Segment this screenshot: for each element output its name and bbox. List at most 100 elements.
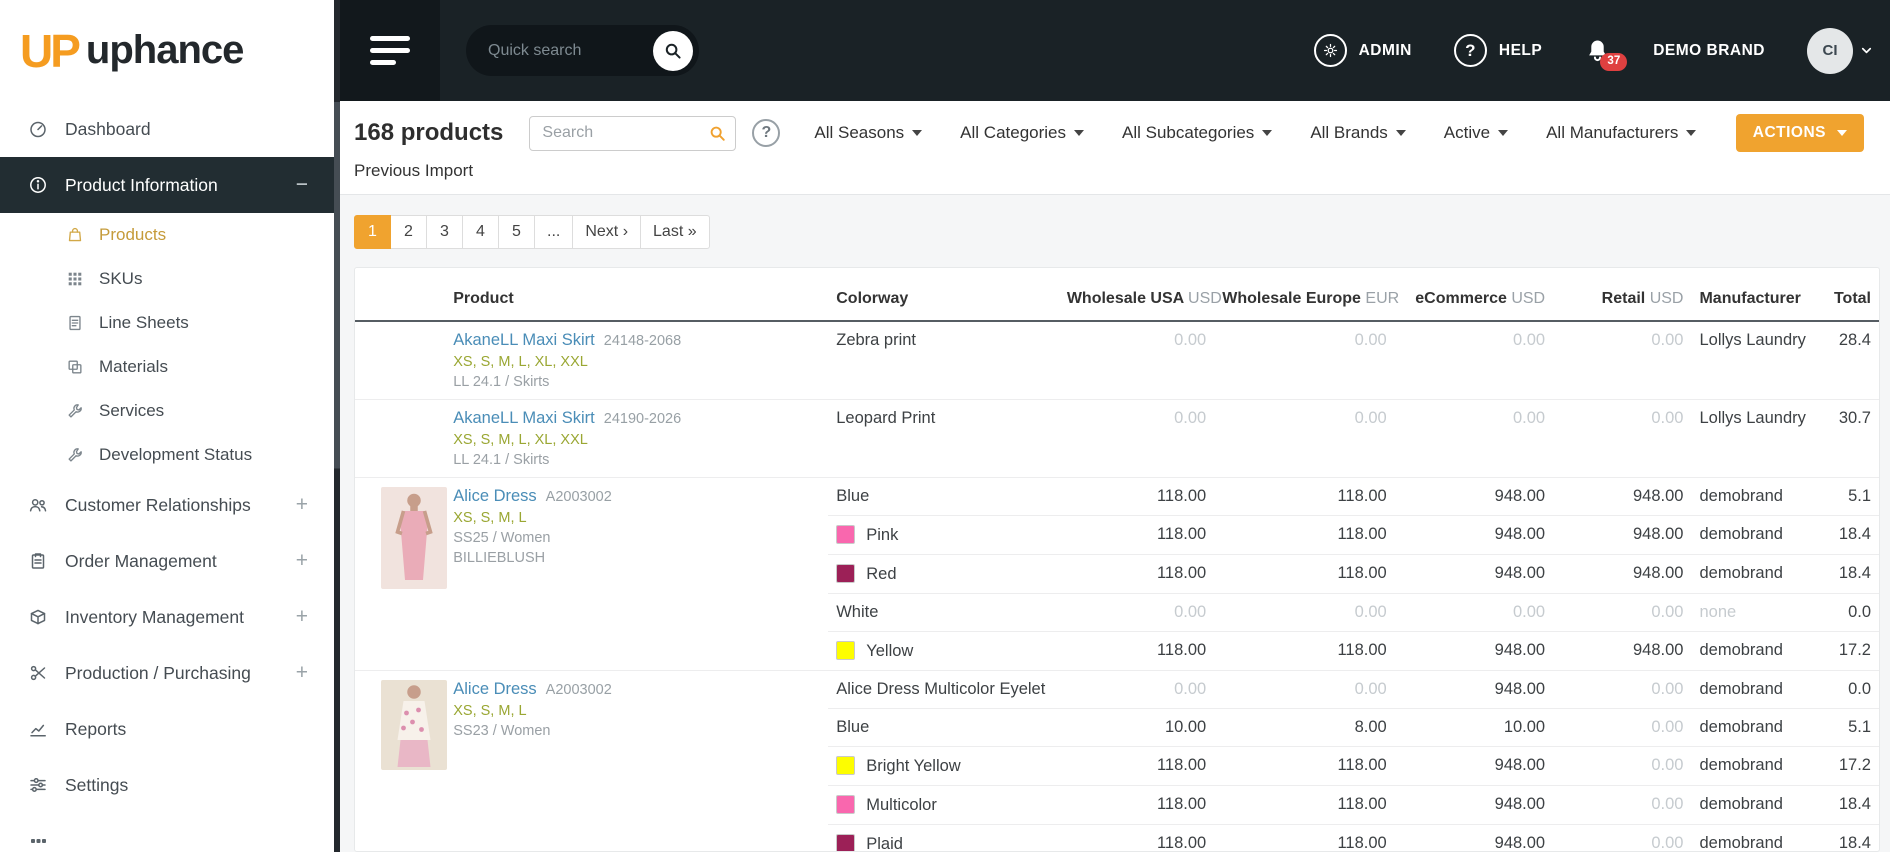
admin-menu[interactable]: ADMIN <box>1314 34 1412 67</box>
manufacturer-cell: Lollys Laundry <box>1691 400 1816 478</box>
colorway-name: Multicolor <box>866 796 937 814</box>
wholesale-europe-cell: 0.00 <box>1214 321 1394 400</box>
sidebar-item-more[interactable] <box>0 813 334 852</box>
sidebar-item-skus[interactable]: SKUs <box>0 257 334 301</box>
sheet-icon <box>66 314 84 332</box>
brand-logo[interactable]: UP uphance <box>0 0 334 101</box>
colorway-cell: Plaid <box>828 825 1059 852</box>
pagination-page-5[interactable]: 5 <box>498 215 535 249</box>
filter-label: All Categories <box>960 123 1066 143</box>
previous-import-link[interactable]: Previous Import <box>354 161 473 181</box>
pagination-next[interactable]: Next › <box>572 215 641 249</box>
sidebar-item-reports[interactable]: Reports <box>0 701 334 757</box>
manufacturer-cell: demobrand <box>1691 825 1816 852</box>
product-season-category: SS25 / Women <box>453 530 820 546</box>
filter-all-seasons[interactable]: All Seasons <box>814 123 922 143</box>
actions-button[interactable]: ACTIONS <box>1736 114 1864 152</box>
brand-logo-icon: UP <box>20 24 78 78</box>
color-swatch <box>836 834 855 852</box>
ecommerce-cell: 948.00 <box>1395 747 1553 786</box>
total-cell: 0.0 <box>1817 671 1879 709</box>
pagination-page-1[interactable]: 1 <box>354 215 391 249</box>
sidebar-item-dashboard[interactable]: Dashboard <box>0 101 334 157</box>
help-icon[interactable]: ? <box>752 119 780 147</box>
brand-menu[interactable]: DEMO BRAND <box>1653 42 1765 60</box>
sidebar-item-label: Settings <box>65 775 128 796</box>
manufacturer-cell: Lollys Laundry <box>1691 321 1816 400</box>
notifications-menu[interactable]: 37 <box>1584 37 1611 64</box>
total-cell: 28.4 <box>1817 321 1879 400</box>
quick-search-button[interactable] <box>653 31 693 71</box>
manufacturer-cell: demobrand <box>1691 632 1816 671</box>
manufacturer-cell: demobrand <box>1691 478 1816 516</box>
quick-search-input[interactable] <box>488 42 653 60</box>
product-sizes: XS, S, M, L, XL, XXL <box>453 432 820 448</box>
retail-cell: 0.00 <box>1553 594 1691 632</box>
sidebar-item-development-status[interactable]: Development Status <box>0 433 334 477</box>
expand-icon: + <box>296 493 308 517</box>
menu-toggle-button[interactable] <box>340 0 440 101</box>
pagination-page-2[interactable]: 2 <box>390 215 427 249</box>
sidebar-item-products[interactable]: Products <box>0 213 334 257</box>
col-header-product: Product <box>445 280 828 321</box>
grid-icon <box>66 270 84 288</box>
help-menu[interactable]: ? HELP <box>1454 34 1542 67</box>
brand-logo-text: uphance <box>86 28 243 73</box>
sidebar-item-label: Product Information <box>65 175 218 196</box>
column-label: Colorway <box>836 290 908 307</box>
currency-label: USD <box>1188 290 1222 307</box>
topnav-right: ADMIN ? HELP 37 DEMO BRAND CI <box>1314 28 1890 74</box>
product-link[interactable]: Alice Dress <box>453 487 536 505</box>
product-cell: Alice DressA2003002XS, S, M, LSS23 / Wom… <box>445 671 828 852</box>
apps-icon <box>28 831 48 851</box>
sidebar-item-customer-relationships[interactable]: Customer Relationships+ <box>0 477 334 533</box>
search-icon <box>663 41 683 61</box>
model-pink-dress-image[interactable] <box>381 487 447 589</box>
column-label: Product <box>453 290 513 307</box>
product-code: 24148-2068 <box>604 333 681 349</box>
filter-all-subcategories[interactable]: All Subcategories <box>1122 123 1272 143</box>
wholesale-usa-cell: 0.00 <box>1059 671 1214 709</box>
col-header-wholesale-europe: Wholesale Europe EUR <box>1214 280 1394 321</box>
caret-down-icon <box>1686 130 1696 136</box>
sidebar-nav: DashboardProduct Information−ProductsSKU… <box>0 101 334 852</box>
colorway-cell: White <box>828 594 1059 632</box>
wholesale-usa-cell: 118.00 <box>1059 747 1214 786</box>
sidebar-item-production-purchasing[interactable]: Production / Purchasing+ <box>0 645 334 701</box>
column-label: Manufacturer <box>1699 290 1800 307</box>
filter-all-brands[interactable]: All Brands <box>1310 123 1405 143</box>
col-header-retail: Retail USD <box>1553 280 1691 321</box>
colorway-cell: Pink <box>828 516 1059 555</box>
filter-all-categories[interactable]: All Categories <box>960 123 1084 143</box>
sidebar-item-services[interactable]: Services <box>0 389 334 433</box>
color-swatch <box>836 564 855 583</box>
sidebar-item-product-information[interactable]: Product Information− <box>0 157 334 213</box>
sidebar-item-order-management[interactable]: Order Management+ <box>0 533 334 589</box>
table-search-input[interactable] <box>529 116 736 151</box>
colorway-cell: Zebra print <box>828 321 1059 400</box>
ecommerce-cell: 948.00 <box>1395 516 1553 555</box>
retail-cell: 948.00 <box>1553 478 1691 516</box>
pagination-page-3[interactable]: 3 <box>426 215 463 249</box>
pagination-page-4[interactable]: 4 <box>462 215 499 249</box>
filter-all-manufacturers[interactable]: All Manufacturers <box>1546 123 1696 143</box>
manufacturer-cell: demobrand <box>1691 671 1816 709</box>
product-link[interactable]: AkaneLL Maxi Skirt <box>453 409 595 427</box>
ecommerce-cell: 948.00 <box>1395 478 1553 516</box>
filter-row: 168 products ? All SeasonsAll Categories… <box>354 114 1864 152</box>
product-link[interactable]: Alice Dress <box>453 680 536 698</box>
pagination-last[interactable]: Last » <box>640 215 710 249</box>
user-menu[interactable]: CI <box>1807 28 1874 74</box>
ecommerce-cell: 0.00 <box>1395 321 1553 400</box>
colorway-name: Pink <box>866 526 898 544</box>
pagination: 12345...Next ›Last » <box>354 215 1890 249</box>
model-floral-dress-image[interactable] <box>381 680 447 770</box>
filter-active[interactable]: Active <box>1444 123 1508 143</box>
sidebar-item-materials[interactable]: Materials <box>0 345 334 389</box>
product-link[interactable]: AkaneLL Maxi Skirt <box>453 331 595 349</box>
sidebar-item-settings[interactable]: Settings <box>0 757 334 813</box>
total-cell: 18.4 <box>1817 555 1879 594</box>
sidebar-item-inventory-management[interactable]: Inventory Management+ <box>0 589 334 645</box>
ecommerce-cell: 0.00 <box>1395 594 1553 632</box>
sidebar-item-line-sheets[interactable]: Line Sheets <box>0 301 334 345</box>
